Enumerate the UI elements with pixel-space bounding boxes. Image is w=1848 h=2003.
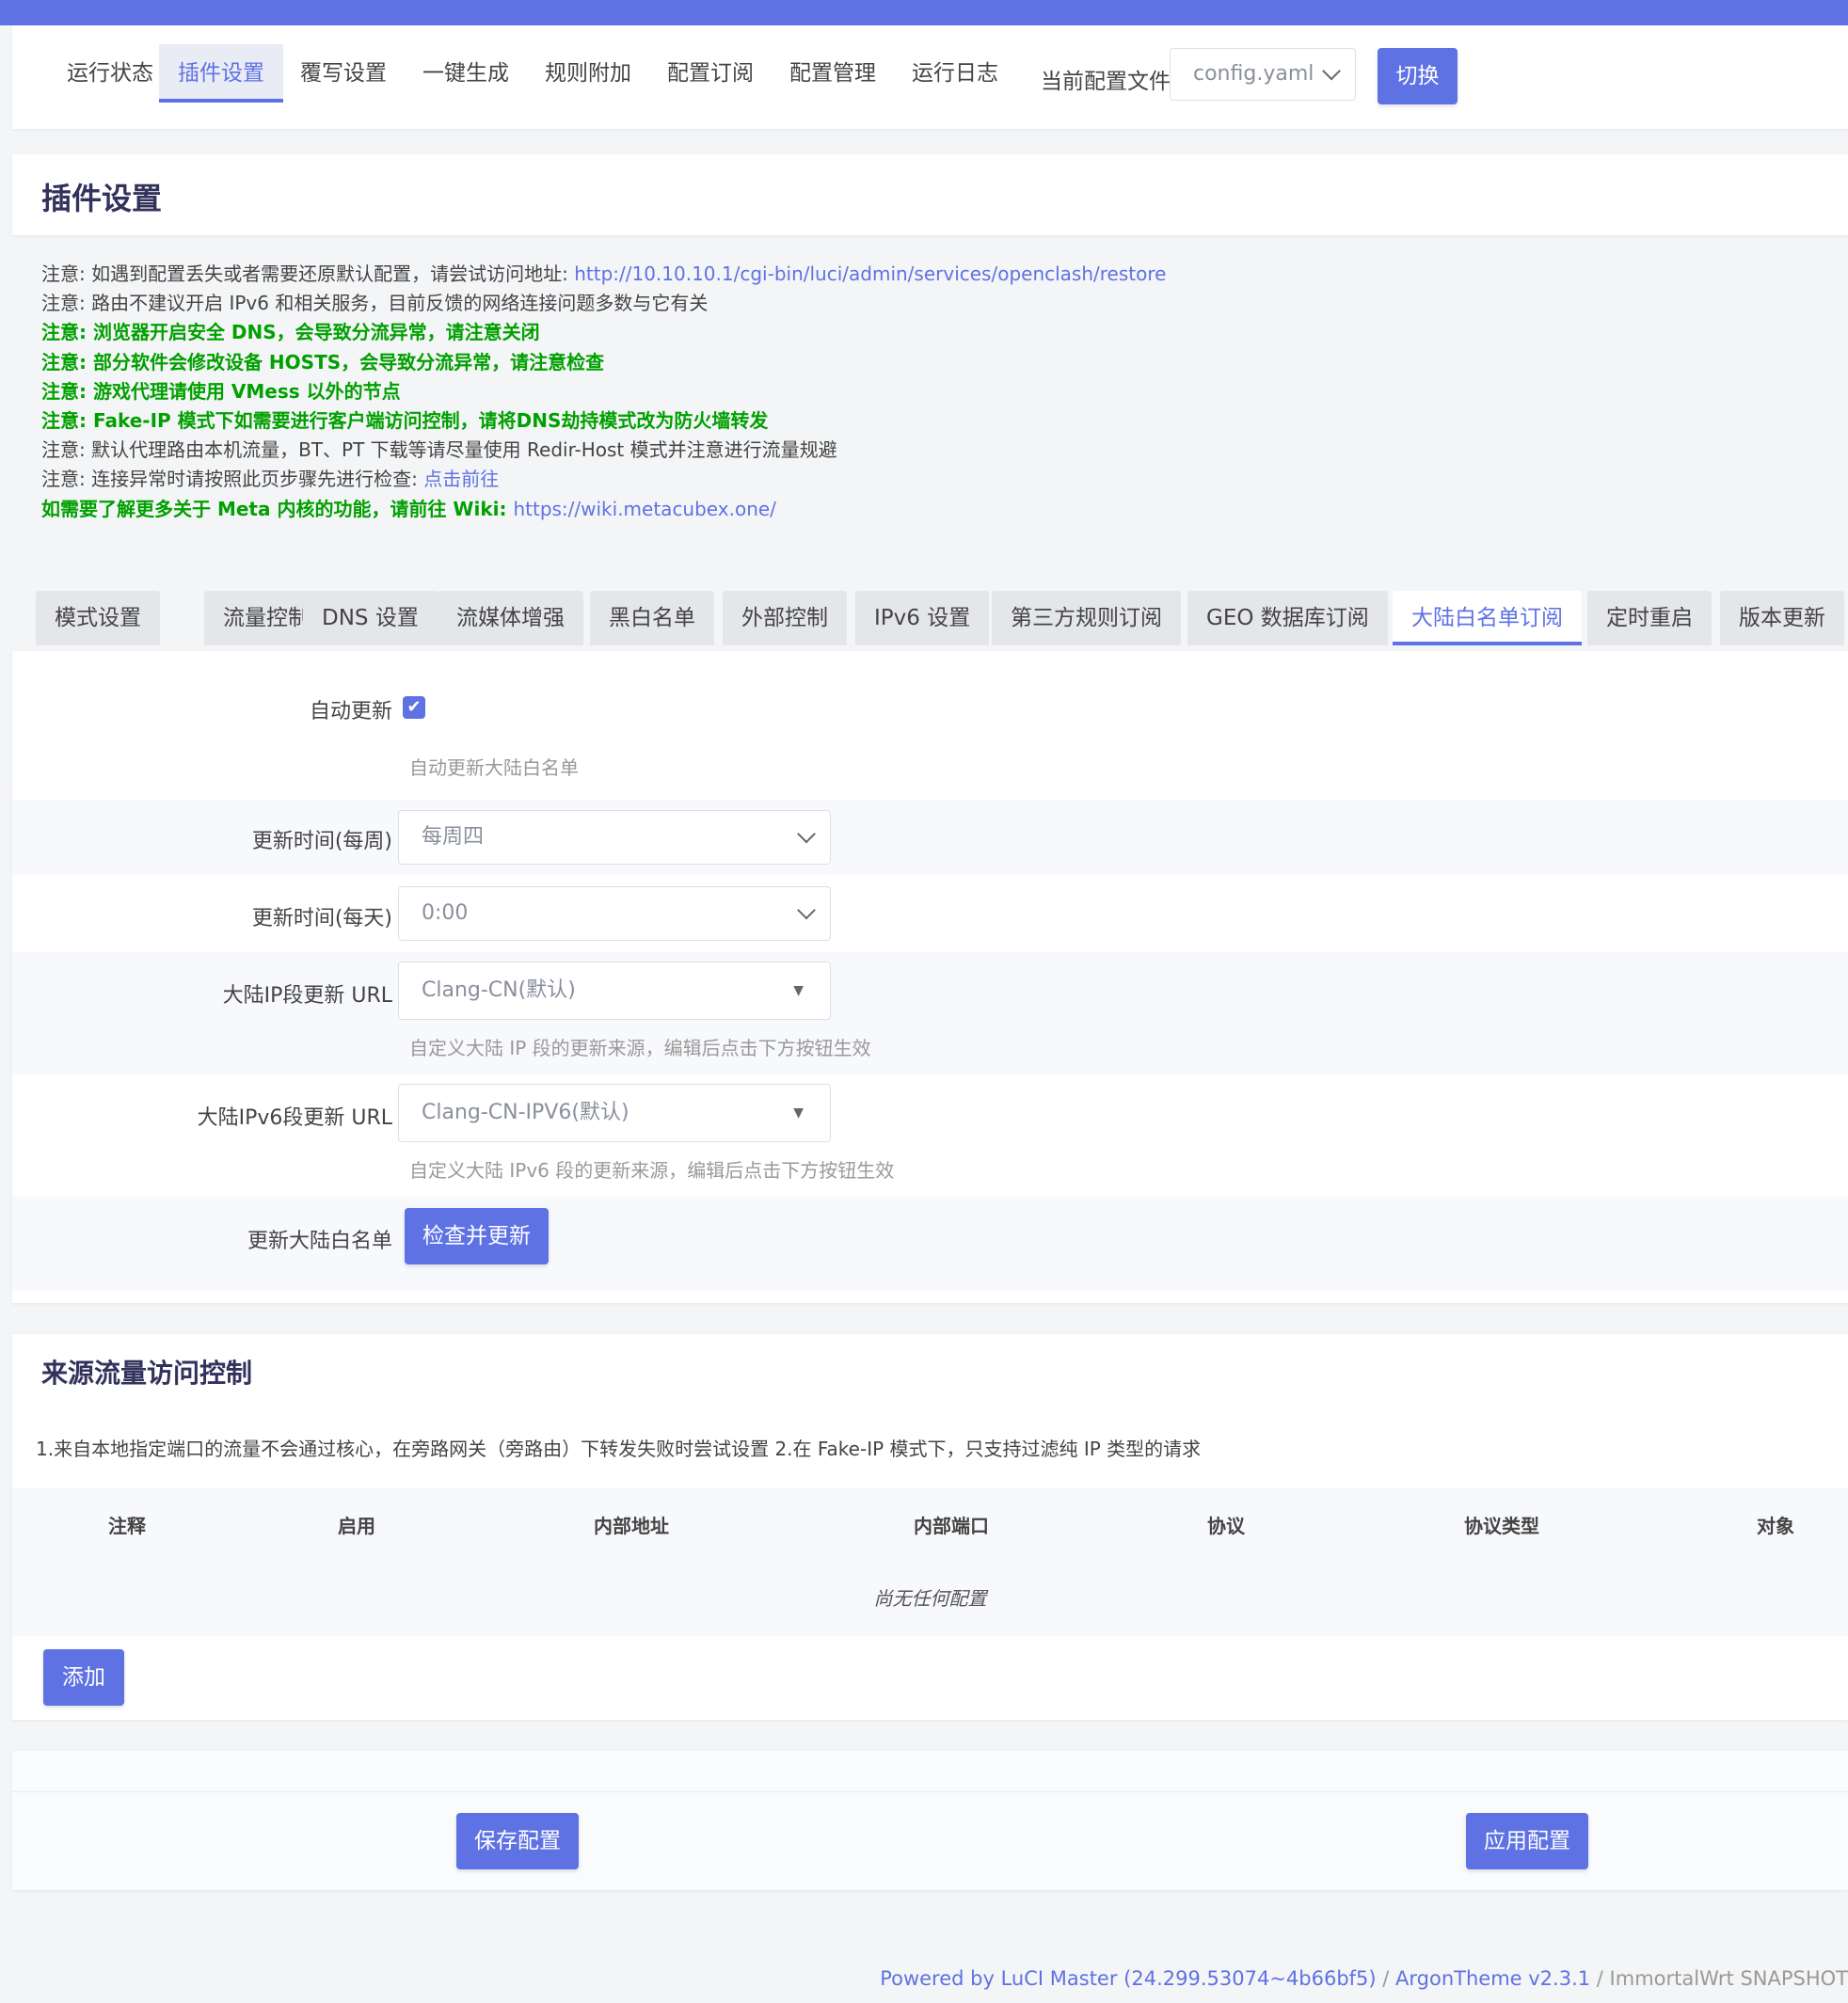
config-file-select[interactable]: config.yaml <box>1170 48 1356 101</box>
ipv6-url-value: Clang-CN-IPV6(默认) <box>422 1101 629 1124</box>
ipv6-url-label: 大陆IPv6段更新 URL <box>197 1106 392 1130</box>
subtab-china-whitelist[interactable]: 大陆白名单订阅 <box>1393 591 1582 645</box>
ipv6-url-row: 大陆IPv6段更新 URL Clang-CN-IPV6(默认) ▼ 自定义大陆 … <box>12 1074 1848 1197</box>
auto-update-checkbox[interactable]: ✔ <box>403 696 425 719</box>
auto-update-label: 自动更新 <box>309 700 392 723</box>
update-week-row: 更新时间(每周) 每周四 <box>12 800 1848 875</box>
column-header: 注释 <box>108 1515 146 1537</box>
update-day-label: 更新时间(每天) <box>251 907 392 930</box>
notice-line: 注意: 路由不建议开启 IPv6 和相关服务，目前反馈的网络连接问题多数与它有关 <box>41 292 709 315</box>
tab-config-subscribe[interactable]: 配置订阅 <box>648 44 773 103</box>
notice-text: 注意: 如遇到配置丢失或者需要还原默认配置，请尝试访问地址: <box>41 262 575 285</box>
page-title: 插件设置 <box>41 181 163 216</box>
notice-line: 注意: 如遇到配置丢失或者需要还原默认配置，请尝试访问地址: http://10… <box>41 260 1166 289</box>
update-now-row: 更新大陆白名单 检查并更新 <box>12 1197 1848 1291</box>
ip-url-row: 大陆IP段更新 URL Clang-CN(默认) ▼ 自定义大陆 IP 段的更新… <box>12 952 1848 1074</box>
caret-down-icon: ▼ <box>793 1105 804 1121</box>
notice-line: 如需要了解更多关于 Meta 内核的功能，请前往 Wiki: https://w… <box>41 495 1166 524</box>
caret-down-icon: ▼ <box>793 983 804 998</box>
settings-subtabs: 模式设置 流量控制 DNS 设置 流媒体增强 黑白名单 外部控制 IPv6 设置… <box>12 576 1848 651</box>
footer: Powered by LuCI Master (24.299.53074~4b6… <box>880 1967 1848 1990</box>
auto-update-row: 自动更新 ✔ 自动更新大陆白名单 <box>12 651 1848 800</box>
tab-rule-append[interactable]: 规则附加 <box>526 44 650 103</box>
luci-link[interactable]: Powered by LuCI Master (24.299.53074~4b6… <box>880 1967 1376 1990</box>
notice-line: 注意: Fake-IP 模式下如需要进行客户端访问控制，请将DNS劫持模式改为防… <box>41 409 769 433</box>
switch-button[interactable]: 切换 <box>1378 48 1458 104</box>
tab-config-manage[interactable]: 配置管理 <box>771 44 895 103</box>
top-nav: 运行状态 插件设置 覆写设置 一键生成 规则附加 配置订阅 配置管理 运行日志 … <box>12 25 1848 129</box>
section-description: 1.来自本地指定端口的流量不会通过核心，在旁路网关（旁路由）下转发失败时尝试设置… <box>36 1438 1202 1460</box>
column-header: 对象 <box>1757 1515 1794 1537</box>
ip-url-value: Clang-CN(默认) <box>422 978 576 1002</box>
subtab-version-update[interactable]: 版本更新 <box>1720 591 1844 645</box>
wiki-link[interactable]: https://wiki.metacubex.one/ <box>513 498 775 520</box>
subtab-geo-database[interactable]: GEO 数据库订阅 <box>1187 591 1388 645</box>
tab-override-settings[interactable]: 覆写设置 <box>281 44 406 103</box>
column-header: 协议 <box>1207 1515 1245 1537</box>
theme-link[interactable]: ArgonTheme v2.3.1 <box>1395 1967 1590 1990</box>
chevron-down-icon <box>797 824 816 844</box>
subtab-ipv6[interactable]: IPv6 设置 <box>855 591 990 645</box>
tab-one-click-generate[interactable]: 一键生成 <box>404 44 528 103</box>
config-file-value: config.yaml <box>1193 62 1314 86</box>
chevron-down-icon <box>797 900 816 920</box>
empty-table-message: 尚无任何配置 <box>12 1561 1848 1636</box>
ip-url-label: 大陆IP段更新 URL <box>222 984 392 1008</box>
check-guide-link[interactable]: 点击前往 <box>423 468 499 490</box>
subtab-mode[interactable]: 模式设置 <box>36 591 160 645</box>
footer-os: / ImmortalWrt SNAPSHOT <box>1590 1967 1848 1990</box>
save-config-button[interactable]: 保存配置 <box>456 1813 579 1869</box>
check-update-button[interactable]: 检查并更新 <box>405 1208 549 1264</box>
subtab-third-party-rules[interactable]: 第三方规则订阅 <box>992 591 1181 645</box>
update-now-label: 更新大陆白名单 <box>247 1230 392 1253</box>
action-bar: 保存配置 应用配置 <box>12 1751 1848 1890</box>
config-file-label: 当前配置文件: <box>1041 70 1178 94</box>
ipv6-url-select[interactable]: Clang-CN-IPV6(默认) ▼ <box>398 1084 831 1142</box>
column-header: 启用 <box>338 1515 375 1537</box>
subtab-dns[interactable]: DNS 设置 <box>303 591 438 645</box>
notice-line: 注意: 部分软件会修改设备 HOSTS，会导致分流异常，请注意检查 <box>41 350 605 374</box>
notice-line: 注意: 默认代理路由本机流量，BT、PT 下载等请尽量使用 Redir-Host… <box>41 438 837 462</box>
apply-config-button[interactable]: 应用配置 <box>1466 1813 1588 1869</box>
column-header: 协议类型 <box>1464 1515 1539 1537</box>
auto-update-description: 自动更新大陆白名单 <box>409 756 579 779</box>
notice-line: 注意: 游戏代理请使用 VMess 以外的节点 <box>41 379 401 403</box>
restore-link[interactable]: http://10.10.10.1/cgi-bin/luci/admin/ser… <box>574 262 1166 285</box>
divider <box>12 1791 1848 1792</box>
update-week-value: 每周四 <box>422 825 485 849</box>
top-accent-bar <box>0 0 1848 25</box>
notice-line: 注意: 浏览器开启安全 DNS，会导致分流异常，请注意关闭 <box>41 321 540 344</box>
whitelist-form: 自动更新 ✔ 自动更新大陆白名单 更新时间(每周) 每周四 更新时间(每天) 0… <box>12 651 1848 1303</box>
column-header: 内部地址 <box>594 1515 669 1537</box>
notice-list: 注意: 如遇到配置丢失或者需要还原默认配置，请尝试访问地址: http://10… <box>41 260 1166 524</box>
notice-text: 注意: 连接异常时请按照此页步骤先进行检查: <box>41 468 424 491</box>
update-day-select[interactable]: 0:00 <box>398 886 831 941</box>
subtab-black-white-list[interactable]: 黑白名单 <box>590 591 714 645</box>
update-day-value: 0:00 <box>422 901 469 925</box>
page-title-card: 插件设置 <box>12 154 1848 235</box>
tab-plugin-settings[interactable]: 插件设置 <box>159 44 283 103</box>
update-week-label: 更新时间(每周) <box>251 830 392 853</box>
notice-text: 如需要了解更多关于 Meta 内核的功能，请前往 Wiki: <box>41 497 514 520</box>
ip-url-description: 自定义大陆 IP 段的更新来源，编辑后点击下方按钮生效 <box>409 1037 871 1059</box>
chevron-down-icon <box>1322 61 1341 81</box>
ip-url-select[interactable]: Clang-CN(默认) ▼ <box>398 962 831 1020</box>
table-header: 注释 启用 内部地址 内部端口 协议 协议类型 对象 <box>12 1487 1848 1562</box>
update-week-select[interactable]: 每周四 <box>398 810 831 865</box>
notice-line: 注意: 连接异常时请按照此页步骤先进行检查: 点击前往 <box>41 465 1166 494</box>
subtab-streaming[interactable]: 流媒体增强 <box>438 591 583 645</box>
source-control-card: 来源流量访问控制 1.来自本地指定端口的流量不会通过核心，在旁路网关（旁路由）下… <box>12 1334 1848 1720</box>
update-day-row: 更新时间(每天) 0:00 <box>12 875 1848 952</box>
column-header: 内部端口 <box>914 1515 989 1537</box>
tab-run-log[interactable]: 运行日志 <box>893 44 1017 103</box>
subtab-scheduled-reboot[interactable]: 定时重启 <box>1587 591 1712 645</box>
section-title: 来源流量访问控制 <box>41 1358 253 1389</box>
add-button[interactable]: 添加 <box>43 1649 124 1706</box>
tab-run-status[interactable]: 运行状态 <box>48 44 172 103</box>
ipv6-url-description: 自定义大陆 IPv6 段的更新来源，编辑后点击下方按钮生效 <box>409 1159 895 1182</box>
footer-separator: / <box>1376 1967 1396 1990</box>
subtab-external-control[interactable]: 外部控制 <box>723 591 847 645</box>
